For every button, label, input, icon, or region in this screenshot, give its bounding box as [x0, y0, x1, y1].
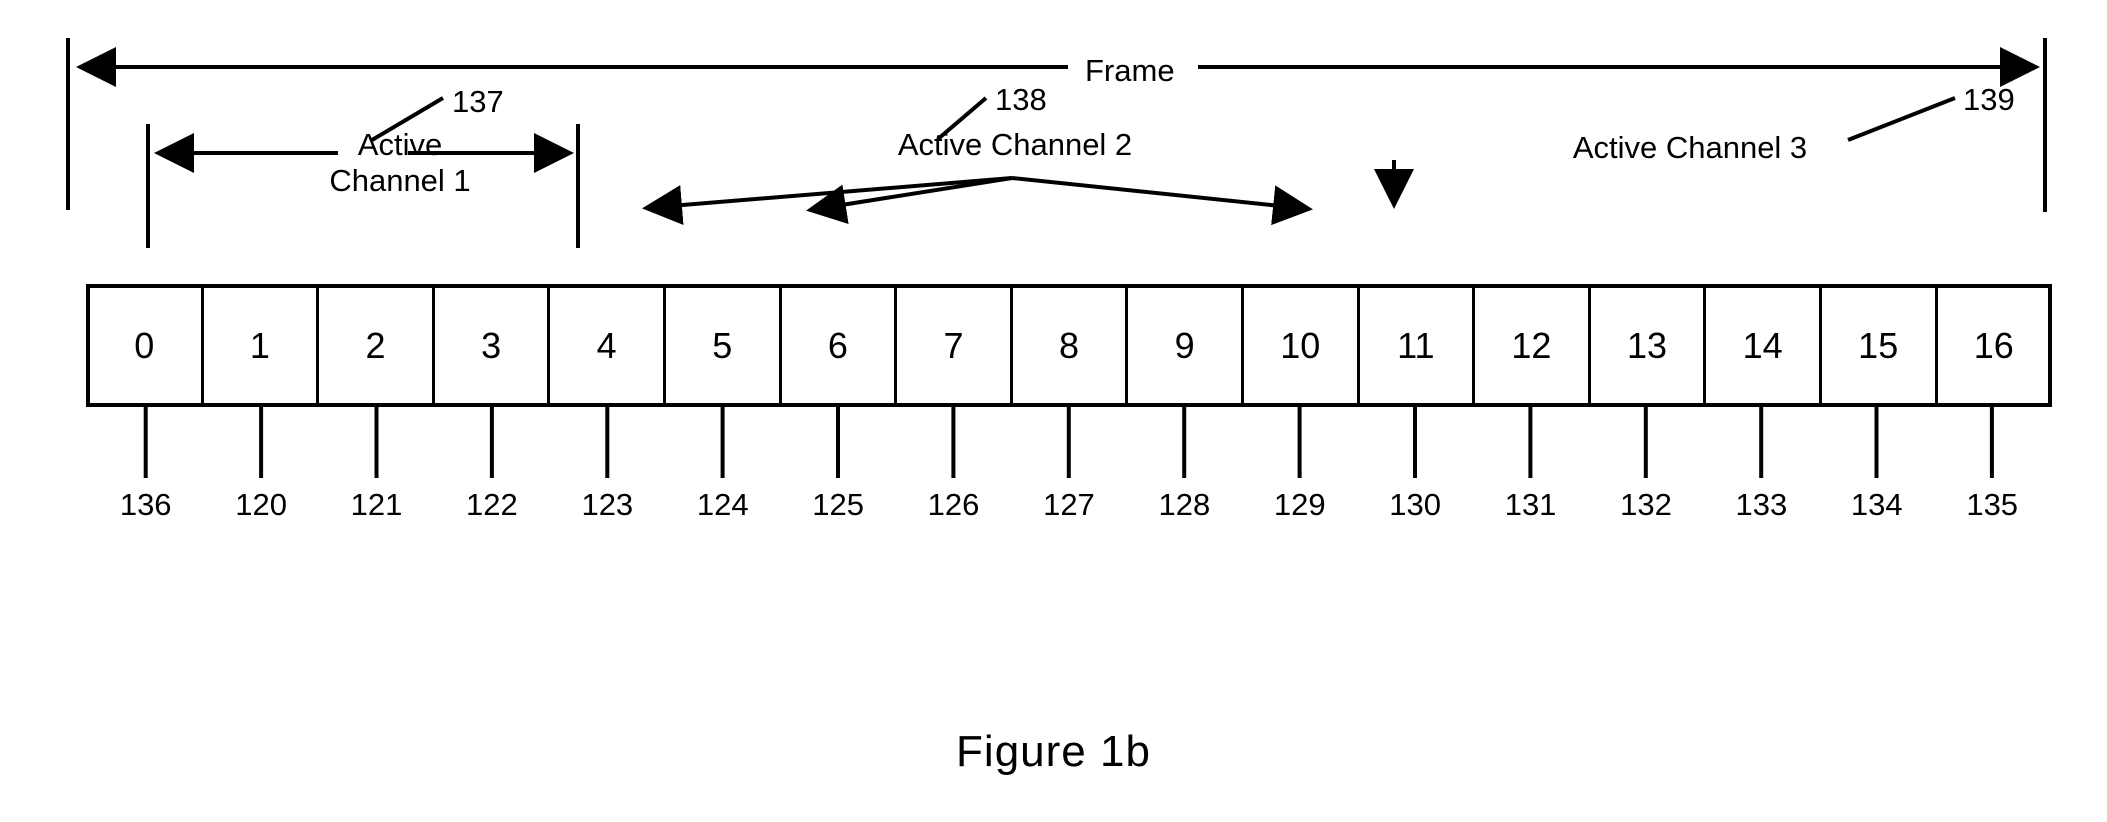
slot-tick-label-4: 123	[581, 487, 634, 522]
active-channel-1-label-line2: Channel 1	[329, 162, 471, 198]
slot-cell-14[interactable]: 14	[1703, 286, 1819, 405]
slot-tick-label-7: 126	[927, 487, 980, 522]
active-channel-1-label-line1: Active	[357, 127, 443, 162]
patent-figure-1b: Frame Active Channel 1 Active Channel 2 …	[0, 0, 2107, 822]
slot-cell-6[interactable]: 6	[778, 286, 895, 405]
slot-cell-9[interactable]: 9	[1125, 286, 1241, 405]
slot-cell-7[interactable]: 7	[894, 286, 1010, 405]
slot-cell-8[interactable]: 8	[1009, 286, 1126, 405]
slot-cell-12[interactable]: 12	[1472, 286, 1588, 405]
active-channel-3-label: Active Channel 3	[1572, 130, 1808, 165]
slot-tick-label-row: 136 120 121 122 123 124 125 126 127 128 …	[88, 487, 2050, 527]
slot-cell-3[interactable]: 3	[431, 286, 548, 405]
ac2-pointer-to-slot-14	[1011, 176, 1313, 226]
slot-tick-label-9: 128	[1158, 487, 1211, 522]
active-channel-1-label: Active Channel 1	[300, 127, 500, 198]
slot-tick-label-3: 122	[466, 487, 518, 522]
active-channel-2-pointer-group	[642, 176, 1313, 226]
slot-tick-lines-group	[143, 405, 1994, 478]
reference-numeral-139: 139	[1963, 82, 2015, 117]
slot-tick-label-13: 132	[1620, 487, 1672, 522]
slot-cell-10[interactable]: 10	[1240, 286, 1357, 405]
slot-cell-13[interactable]: 13	[1587, 286, 1704, 405]
slot-tick-label-10: 129	[1273, 487, 1326, 522]
slot-cell-1[interactable]: 1	[200, 286, 317, 405]
slot-tick-label-12: 131	[1504, 487, 1557, 522]
slot-cell-15[interactable]: 15	[1818, 286, 1935, 405]
reference-numeral-138: 138	[995, 82, 1047, 117]
slot-tick-label-2: 121	[350, 487, 403, 522]
slot-tick-label-8: 127	[1043, 487, 1095, 522]
figure-caption: Figure 1b	[956, 727, 1151, 776]
slot-cell-2[interactable]: 2	[316, 286, 432, 405]
active-channel-2-label: Active Channel 2	[897, 127, 1133, 162]
slot-tick-label-1: 120	[235, 487, 287, 522]
reference-numeral-137: 137	[452, 84, 504, 119]
slot-tick-label-5: 124	[696, 487, 749, 522]
slot-cell-16[interactable]: 16	[1934, 286, 2051, 405]
slot-tick-label-6: 125	[812, 487, 864, 522]
frame-slot-row: 0 1 2 3 4 5 6 7 8 9 10 11 12 13 14 15 16	[88, 286, 2050, 405]
slot-cell-0[interactable]: 0	[88, 286, 201, 405]
slot-tick-label-11: 130	[1389, 487, 1442, 522]
frame-label: Frame	[1085, 53, 1175, 88]
slot-tick-label-16: 135	[1966, 487, 2019, 522]
slot-tick-label-15: 134	[1850, 487, 1903, 522]
slot-cell-11[interactable]: 11	[1356, 286, 1473, 405]
slot-tick-label-0: 136	[119, 487, 172, 522]
slot-tick-label-14: 133	[1735, 487, 1788, 522]
slot-cell-5[interactable]: 5	[662, 286, 779, 405]
ac2-pointer-to-slot-6	[642, 176, 1013, 225]
figure-vector-layer	[66, 38, 2052, 478]
slot-cell-4[interactable]: 4	[547, 286, 663, 405]
